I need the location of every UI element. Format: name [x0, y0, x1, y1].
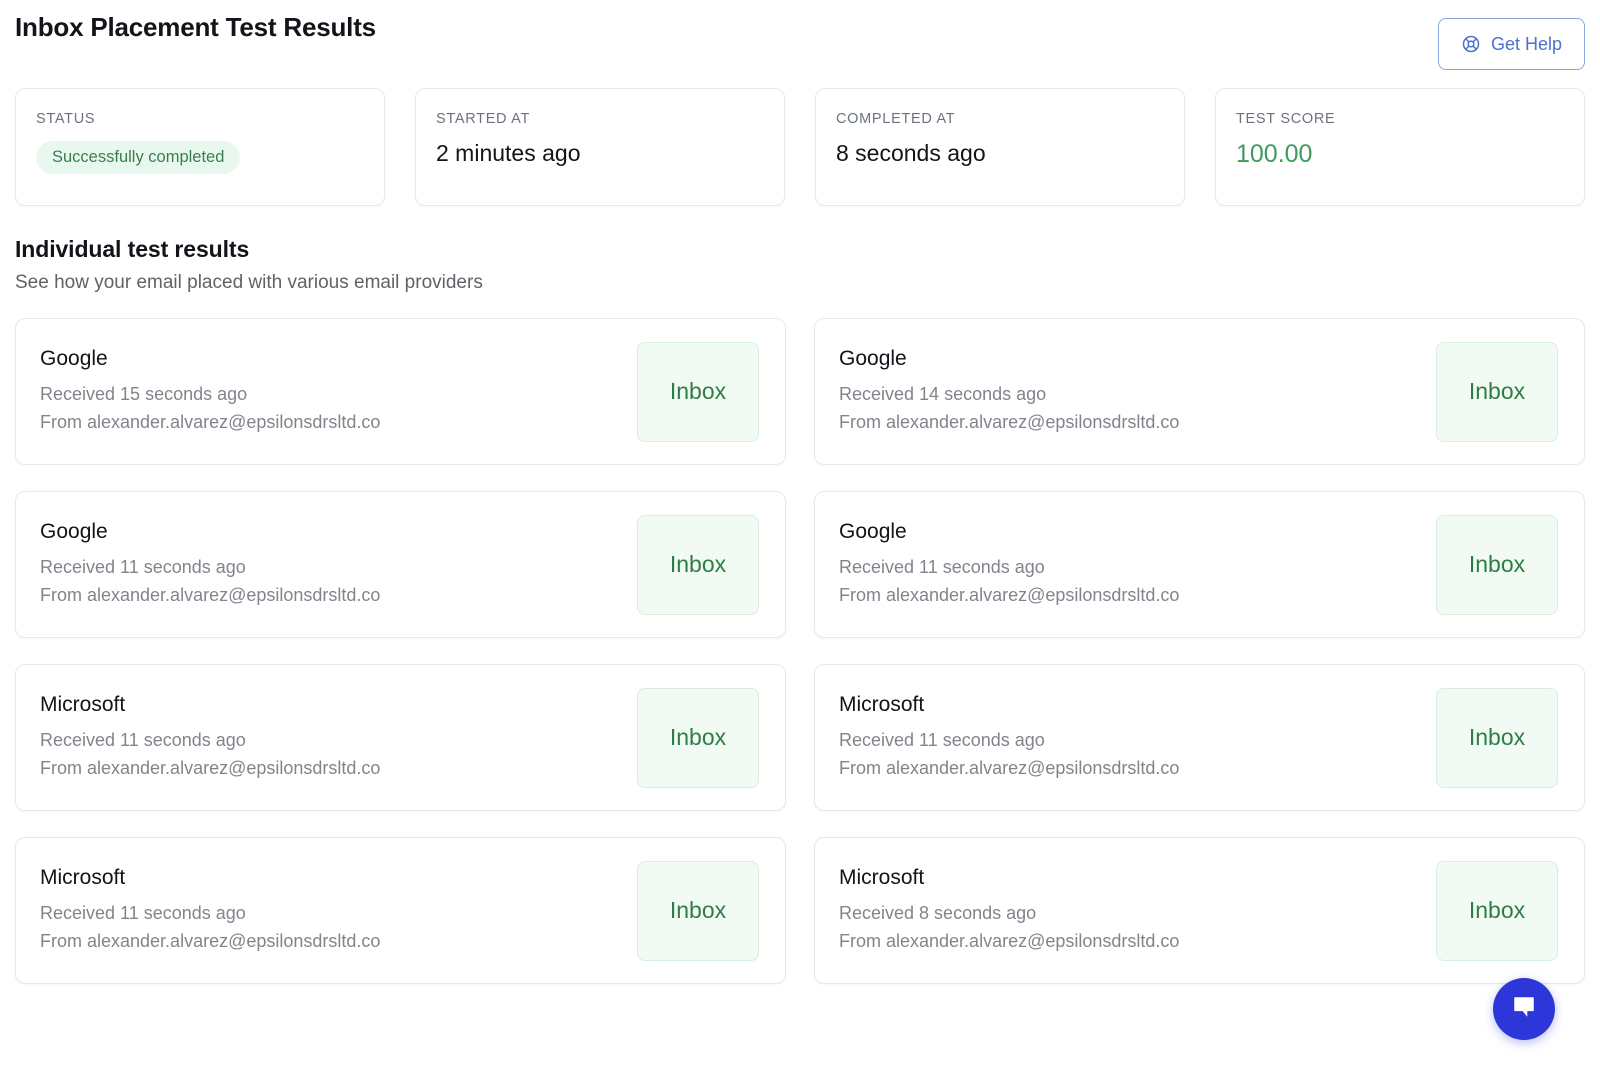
stat-value: 8 seconds ago	[836, 140, 986, 166]
stat-card-completed-at: COMPLETED AT 8 seconds ago	[815, 88, 1185, 206]
received-time: Received 14 seconds ago	[839, 383, 1047, 404]
placement-badge: Inbox	[1436, 860, 1558, 961]
result-info: Microsoft Received 11 seconds ago From a…	[40, 693, 380, 783]
stat-card-test-score: TEST SCORE 100.00	[1215, 88, 1585, 206]
page-header: Inbox Placement Test Results Get Help	[15, 0, 1585, 88]
inbox-placement-results-page: Inbox Placement Test Results Get Help ST…	[0, 0, 1600, 1090]
placement-badge: Inbox	[1436, 514, 1558, 615]
stat-label: TEST SCORE	[1236, 111, 1336, 127]
get-help-button[interactable]: Get Help	[1437, 18, 1585, 70]
provider-name: Microsoft	[839, 865, 925, 889]
stat-label: STATUS	[36, 111, 96, 127]
received-time: Received 11 seconds ago	[839, 729, 1045, 750]
result-card[interactable]: Microsoft Received 11 seconds ago From a…	[15, 664, 786, 811]
provider-name: Google	[40, 346, 108, 370]
summary-stats-row: STATUS Successfully completed STARTED AT…	[15, 88, 1585, 206]
stat-label: STARTED AT	[436, 111, 531, 127]
received-time: Received 11 seconds ago	[839, 556, 1045, 577]
section-title: Individual test results	[15, 236, 250, 262]
stat-value: 2 minutes ago	[436, 140, 581, 166]
result-info: Microsoft Received 8 seconds ago From al…	[839, 866, 1179, 956]
placement-badge: Inbox	[637, 687, 759, 788]
result-card[interactable]: Google Received 14 seconds ago From alex…	[814, 318, 1585, 465]
stat-label: COMPLETED AT	[836, 111, 956, 127]
from-address: From alexander.alvarez@epsilonsdrsltd.co	[40, 584, 381, 605]
placement-badge: Inbox	[637, 341, 759, 442]
received-time: Received 15 seconds ago	[40, 383, 248, 404]
result-card[interactable]: Microsoft Received 11 seconds ago From a…	[814, 664, 1585, 811]
result-card[interactable]: Microsoft Received 8 seconds ago From al…	[814, 837, 1585, 984]
provider-name: Microsoft	[40, 865, 126, 889]
chat-launcher-button[interactable]	[1493, 978, 1555, 1040]
result-info: Google Received 11 seconds ago From alex…	[40, 520, 380, 610]
placement-badge: Inbox	[1436, 341, 1558, 442]
results-grid: Google Received 15 seconds ago From alex…	[15, 318, 1585, 984]
provider-name: Microsoft	[40, 692, 126, 716]
placement-badge: Inbox	[1436, 687, 1558, 788]
from-address: From alexander.alvarez@epsilonsdrsltd.co	[839, 584, 1180, 605]
from-address: From alexander.alvarez@epsilonsdrsltd.co	[839, 757, 1180, 778]
individual-results-heading: Individual test results See how your ema…	[15, 236, 1585, 294]
lifebuoy-icon	[1461, 34, 1481, 54]
received-time: Received 11 seconds ago	[40, 729, 246, 750]
result-card[interactable]: Google Received 15 seconds ago From alex…	[15, 318, 786, 465]
placement-badge: Inbox	[637, 514, 759, 615]
stat-card-status: STATUS Successfully completed	[15, 88, 385, 206]
result-info: Google Received 15 seconds ago From alex…	[40, 347, 380, 437]
get-help-label: Get Help	[1490, 33, 1562, 54]
from-address: From alexander.alvarez@epsilonsdrsltd.co	[40, 930, 381, 951]
result-info: Google Received 11 seconds ago From alex…	[839, 520, 1179, 610]
result-info: Google Received 14 seconds ago From alex…	[839, 347, 1179, 437]
provider-name: Google	[839, 346, 907, 370]
result-info: Microsoft Received 11 seconds ago From a…	[40, 866, 380, 956]
from-address: From alexander.alvarez@epsilonsdrsltd.co	[40, 411, 381, 432]
received-time: Received 11 seconds ago	[40, 902, 246, 923]
result-card[interactable]: Microsoft Received 11 seconds ago From a…	[15, 837, 786, 984]
section-subtitle: See how your email placed with various e…	[15, 272, 483, 293]
from-address: From alexander.alvarez@epsilonsdrsltd.co	[839, 930, 1180, 951]
received-time: Received 8 seconds ago	[839, 902, 1037, 923]
result-info: Microsoft Received 11 seconds ago From a…	[839, 693, 1179, 783]
received-time: Received 11 seconds ago	[40, 556, 246, 577]
provider-name: Google	[40, 519, 108, 543]
from-address: From alexander.alvarez@epsilonsdrsltd.co	[40, 757, 381, 778]
from-address: From alexander.alvarez@epsilonsdrsltd.co	[839, 411, 1180, 432]
status-badge: Successfully completed	[36, 141, 241, 175]
result-card[interactable]: Google Received 11 seconds ago From alex…	[15, 491, 786, 638]
provider-name: Google	[839, 519, 907, 543]
page-title: Inbox Placement Test Results	[15, 12, 376, 42]
placement-badge: Inbox	[637, 860, 759, 961]
test-score-value: 100.00	[1236, 140, 1313, 168]
provider-name: Microsoft	[839, 692, 925, 716]
stat-card-started-at: STARTED AT 2 minutes ago	[415, 88, 785, 206]
result-card[interactable]: Google Received 11 seconds ago From alex…	[814, 491, 1585, 638]
chat-bubble-icon	[1509, 992, 1539, 1027]
